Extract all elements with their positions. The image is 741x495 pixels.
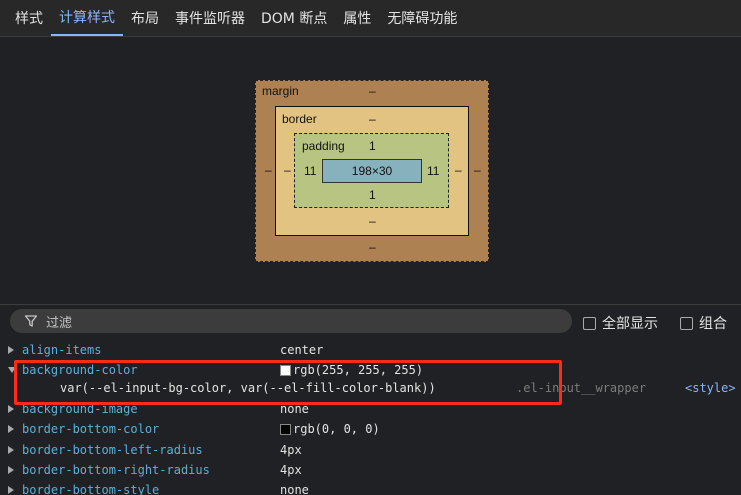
- margin-bottom-value[interactable]: –: [369, 240, 376, 254]
- tab-styles[interactable]: 样式: [0, 0, 51, 36]
- trace-selector: .el-input__wrapper: [516, 381, 647, 395]
- property-row[interactable]: background-image none: [0, 399, 741, 419]
- show-all-checkbox-box[interactable]: [583, 316, 596, 330]
- filter-toolbar: 过滤 全部显示 组合: [0, 305, 741, 337]
- property-value: rgb(255, 255, 255): [280, 363, 423, 377]
- property-row[interactable]: background-color rgb(255, 255, 255): [0, 360, 741, 380]
- border-label: border: [282, 112, 317, 126]
- tab-bar: 样式 计算样式 布局 事件监听器 DOM 断点 属性 无障碍功能: [0, 0, 741, 37]
- margin-label: margin: [262, 84, 299, 98]
- expand-triangle-icon[interactable]: [8, 405, 14, 413]
- property-name: align-items: [22, 343, 102, 357]
- expand-triangle-icon[interactable]: [8, 466, 14, 474]
- group-checkbox[interactable]: 组合: [680, 313, 727, 333]
- expand-triangle-icon[interactable]: [8, 446, 14, 454]
- property-trace-row[interactable]: var(--el-input-bg-color, var(--el-fill-c…: [0, 378, 741, 398]
- group-checkbox-box[interactable]: [680, 316, 693, 330]
- property-name: border-bottom-left-radius: [22, 443, 203, 457]
- border-bottom-value[interactable]: –: [369, 214, 376, 228]
- computed-property-list: align-items center background-color rgb(…: [0, 339, 741, 495]
- group-label: 组合: [699, 316, 727, 332]
- property-value: rgb(0, 0, 0): [280, 422, 380, 436]
- show-all-label: 全部显示: [602, 316, 658, 332]
- property-value: center: [280, 343, 324, 357]
- filter-icon: [24, 315, 38, 327]
- tab-computed[interactable]: 计算样式: [51, 0, 123, 36]
- tab-layout[interactable]: 布局: [123, 0, 167, 36]
- collapse-triangle-icon[interactable]: [8, 367, 16, 373]
- border-right-value[interactable]: –: [455, 163, 462, 177]
- expand-triangle-icon[interactable]: [8, 486, 14, 494]
- expand-triangle-icon[interactable]: [8, 425, 14, 433]
- border-top-value[interactable]: –: [369, 112, 376, 126]
- margin-top-value[interactable]: –: [369, 84, 376, 98]
- property-row[interactable]: border-bottom-right-radius 4px: [0, 460, 741, 480]
- property-name: background-color: [22, 363, 138, 377]
- color-swatch[interactable]: [280, 423, 291, 435]
- property-name: border-bottom-style: [22, 483, 160, 495]
- trace-source-link[interactable]: <style>: [685, 381, 736, 395]
- border-left-value[interactable]: –: [284, 163, 291, 177]
- padding-left-value[interactable]: 11: [304, 164, 316, 178]
- tab-event-listeners[interactable]: 事件监听器: [167, 0, 253, 36]
- tab-properties[interactable]: 属性: [335, 0, 379, 36]
- property-value: none: [280, 483, 309, 495]
- show-all-checkbox[interactable]: 全部显示: [583, 313, 658, 333]
- expand-triangle-icon[interactable]: [8, 346, 14, 354]
- property-row[interactable]: border-bottom-left-radius 4px: [0, 440, 741, 460]
- property-name: border-bottom-right-radius: [22, 463, 210, 477]
- margin-left-value[interactable]: –: [265, 163, 272, 177]
- margin-right-value[interactable]: –: [474, 163, 481, 177]
- padding-top-value[interactable]: 1: [369, 139, 376, 153]
- filter-placeholder: 过滤: [46, 315, 73, 331]
- color-swatch[interactable]: [280, 364, 291, 376]
- property-row[interactable]: border-bottom-style none: [0, 480, 741, 495]
- property-name: background-image: [22, 402, 138, 416]
- tab-accessibility[interactable]: 无障碍功能: [379, 0, 465, 36]
- property-value: none: [280, 402, 309, 416]
- box-model-content[interactable]: 198×30: [322, 159, 422, 183]
- trace-value: var(--el-input-bg-color, var(--el-fill-c…: [60, 381, 436, 395]
- filter-input[interactable]: 过滤: [10, 309, 572, 333]
- tab-dom-breakpoints[interactable]: DOM 断点: [253, 0, 335, 36]
- box-model-panel: 198×30 margin – – – – border – – – – pad…: [0, 38, 741, 304]
- padding-label: padding: [302, 139, 345, 153]
- content-size: 198×30: [351, 164, 393, 178]
- property-name: border-bottom-color: [22, 422, 160, 436]
- property-value: 4px: [280, 463, 302, 477]
- property-row[interactable]: border-bottom-color rgb(0, 0, 0): [0, 419, 741, 439]
- padding-bottom-value[interactable]: 1: [369, 188, 376, 202]
- property-value: 4px: [280, 443, 302, 457]
- padding-right-value[interactable]: 11: [427, 164, 439, 178]
- property-row[interactable]: align-items center: [0, 340, 741, 360]
